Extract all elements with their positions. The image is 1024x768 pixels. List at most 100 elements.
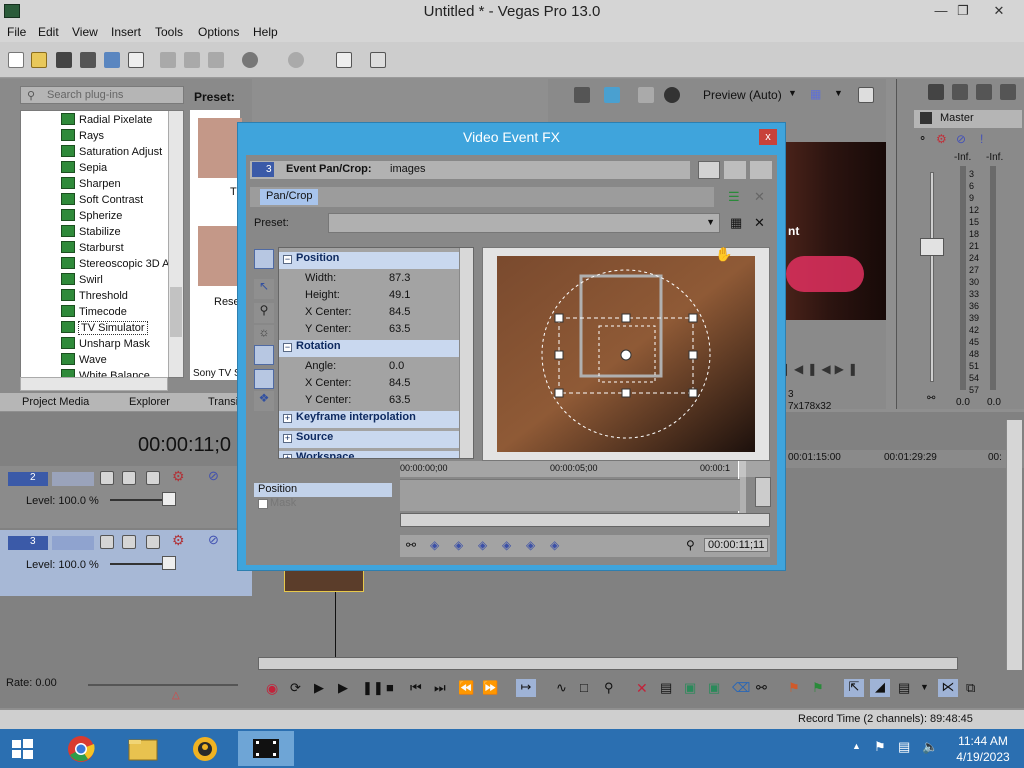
keyframe-time[interactable]: 00:00:11;11 <box>704 538 769 552</box>
tab-project-media[interactable]: Project Media <box>22 396 89 408</box>
menu-view[interactable]: View <box>72 25 98 39</box>
tab-explorer[interactable]: Explorer <box>129 396 170 408</box>
plugin-item-timecode[interactable]: Timecode <box>61 305 127 321</box>
collapse-icon[interactable]: − <box>283 343 292 352</box>
expand-icon[interactable]: + <box>283 414 292 423</box>
copy-snapshot-icon[interactable] <box>858 87 874 103</box>
mute-icon[interactable]: ⊘ <box>956 132 966 146</box>
chevron-down-icon[interactable]: ▼ <box>834 88 843 98</box>
properties-icon[interactable] <box>128 52 144 68</box>
prop-x-center[interactable]: X Center: 84.5 <box>279 304 459 321</box>
section-position[interactable]: − Position <box>279 252 459 269</box>
prev-frame-icon[interactable]: ⏪ <box>458 680 474 696</box>
prop-rot-x-center[interactable]: X Center: 84.5 <box>279 375 459 392</box>
chevron-down-icon[interactable]: ▼ <box>920 682 929 692</box>
snap-to-grid-icon[interactable]: ☼ <box>254 325 274 345</box>
pause-icon[interactable]: ❚❚ <box>362 680 384 696</box>
dim-output-icon[interactable] <box>1000 84 1016 100</box>
plugin-item-stereoscopic[interactable]: Stereoscopic 3D A <box>61 257 170 273</box>
plugin-item-wave[interactable]: Wave <box>61 353 107 369</box>
track-mute-icon[interactable]: ⊘ <box>208 468 219 484</box>
track-level-thumb[interactable] <box>162 492 176 506</box>
kf-row-position[interactable]: Position <box>254 483 392 497</box>
master-fx-gear-icon[interactable]: ⚙ <box>936 132 947 146</box>
lock-aspect-ratio-icon[interactable] <box>254 345 274 365</box>
move-freely-icon[interactable]: ❖ <box>254 391 274 411</box>
what-is-this-icon[interactable] <box>370 52 386 68</box>
selection-tool-icon[interactable]: □ <box>580 680 588 695</box>
grid-icon[interactable]: ▦ <box>810 87 821 101</box>
first-keyframe-icon[interactable]: ◈ <box>430 538 439 552</box>
network-icon[interactable]: ▤ <box>898 739 910 755</box>
play-icon[interactable]: ▶ <box>338 680 348 696</box>
last-keyframe-icon[interactable]: ◈ <box>502 538 511 552</box>
delete-icon[interactable]: ✕ <box>636 680 648 697</box>
plugin-item-tv-simulator[interactable]: TV Simulator <box>61 321 148 337</box>
split-icon[interactable]: ⌫ <box>732 680 750 696</box>
menu-insert[interactable]: Insert <box>111 25 141 39</box>
track-name-field[interactable] <box>52 536 94 550</box>
plugin-item-swirl[interactable]: Swirl <box>61 273 103 289</box>
parent-icon[interactable] <box>146 471 160 485</box>
close-button[interactable]: ✕ <box>982 0 1016 22</box>
plugin-item-unsharp-mask[interactable]: Unsharp Mask <box>61 337 150 353</box>
plugin-search-box[interactable]: ⚲ Search plug-ins <box>20 86 184 104</box>
show-hidden-icons[interactable]: ▲ <box>852 741 861 751</box>
workspace-canvas[interactable] <box>483 248 771 462</box>
remove-plugin-icon[interactable]: ✕ <box>754 189 765 205</box>
track-header-3[interactable]: 3 Level: 100.0 % ⚙ ⊘ ! <box>0 530 252 596</box>
plugin-item-stabilize[interactable]: Stabilize <box>61 225 121 241</box>
crop-handle[interactable] <box>554 350 564 360</box>
view-mode-1-icon[interactable] <box>698 161 720 179</box>
paste-icon[interactable] <box>208 52 224 68</box>
menu-edit[interactable]: Edit <box>38 25 59 39</box>
solo-icon[interactable]: ! <box>980 132 983 146</box>
zoom-edit-tool-icon[interactable]: ⚲ <box>254 303 274 323</box>
video-event-clip[interactable] <box>284 570 364 592</box>
go-to-end-icon[interactable]: ⏭ <box>434 680 446 696</box>
track-level-thumb[interactable] <box>162 556 176 570</box>
go-to-start-icon[interactable]: ⏮ <box>410 680 422 696</box>
section-source[interactable]: + Source <box>279 431 459 448</box>
maximize-button[interactable]: ❐ <box>946 0 980 22</box>
plugin-item-soft-contrast[interactable]: Soft Contrast <box>61 193 143 209</box>
scroll-thumb[interactable] <box>170 287 182 337</box>
plugin-tree[interactable]: Radial Pixelate Rays Saturation Adjust S… <box>20 110 184 378</box>
flag-icon[interactable]: ⚑ <box>874 739 886 755</box>
track-motion-icon[interactable] <box>100 471 114 485</box>
trim-icon[interactable]: ▤ <box>660 680 672 696</box>
record-icon[interactable]: ◉ <box>266 680 278 697</box>
crop-handle[interactable] <box>554 313 564 323</box>
volume-icon[interactable]: 🔈 <box>922 739 938 755</box>
kf-list-icon[interactable] <box>755 477 771 507</box>
project-properties-icon[interactable] <box>574 87 590 103</box>
menu-file[interactable]: File <box>7 25 26 39</box>
ignore-grouping-icon[interactable]: ⧉ <box>966 680 975 696</box>
timeline-hscrollbar[interactable] <box>258 657 958 670</box>
master-fader-handle[interactable] <box>920 238 944 256</box>
plugin-tree-hscrollbar[interactable] <box>20 377 168 391</box>
zoom-tool-icon[interactable]: ⚲ <box>604 680 614 696</box>
next-frame-icon[interactable]: ⏩ <box>482 680 498 696</box>
crop-handle[interactable] <box>688 350 698 360</box>
preset-dropdown[interactable]: ▼ <box>328 213 720 233</box>
properties-vscrollbar[interactable] <box>459 248 473 458</box>
plugin-item-threshold[interactable]: Threshold <box>61 289 128 305</box>
compositing-icon[interactable] <box>122 471 136 485</box>
parent-icon[interactable] <box>146 535 160 549</box>
section-rotation[interactable]: − Rotation <box>279 340 459 357</box>
mask-checkbox[interactable] <box>258 499 268 509</box>
lock-envelopes-icon[interactable]: ⋉ <box>938 679 958 697</box>
app-key-icon[interactable] <box>180 731 230 766</box>
kf-track-area[interactable] <box>400 479 740 511</box>
preview-quality-select[interactable]: Preview (Auto) <box>703 88 782 102</box>
mixer-icon[interactable] <box>928 84 944 100</box>
preset-thumb-1[interactable] <box>198 118 242 178</box>
downmix-icon[interactable] <box>976 84 992 100</box>
external-monitor-icon[interactable] <box>604 87 620 103</box>
save-preset-icon[interactable]: ▦ <box>730 215 742 231</box>
crop-handle[interactable] <box>554 388 564 398</box>
prop-height[interactable]: Height: 49.1 <box>279 287 459 304</box>
prop-y-center[interactable]: Y Center: 63.5 <box>279 321 459 338</box>
dialog-close-button[interactable]: x <box>759 129 777 145</box>
